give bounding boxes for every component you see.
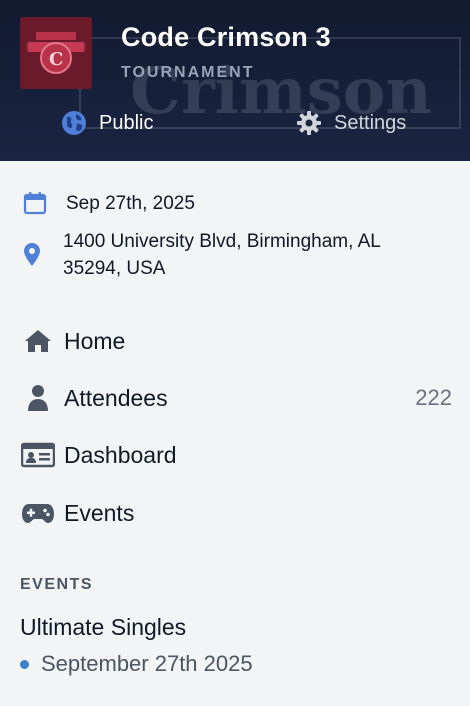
nav-item-home[interactable]: Home: [20, 318, 460, 364]
event-location-row: 1400 University Blvd, Birmingham, AL 352…: [22, 228, 443, 282]
map-pin-icon: [24, 243, 40, 266]
visibility-label: Public: [99, 111, 154, 134]
nav-label-home: Home: [64, 327, 126, 354]
nav-label-attendees: Attendees: [64, 384, 168, 411]
svg-text:C: C: [49, 49, 63, 70]
events-section-heading: EVENTS: [20, 576, 94, 593]
settings-button[interactable]: Settings: [296, 110, 406, 136]
user-icon: [20, 380, 56, 416]
event-item-date-row: September 27th 2025: [20, 651, 253, 677]
tournament-type: TOURNAMENT: [121, 64, 255, 81]
visibility-public-button[interactable]: Public: [61, 110, 153, 136]
nav-item-events[interactable]: Events: [20, 490, 460, 536]
event-date: Sep 27th, 2025: [66, 193, 195, 214]
event-status-dot: [20, 659, 29, 669]
event-item-date: September 27th 2025: [41, 651, 253, 676]
nav-item-attendees[interactable]: Attendees 222: [20, 375, 460, 421]
event-item-name[interactable]: Ultimate Singles: [20, 614, 186, 641]
tournament-header: Crimson C Code Crimson 3 TOURNAMENT Publ…: [0, 0, 470, 161]
code-crimson-logo-icon: C: [26, 32, 86, 74]
gear-icon: [297, 111, 321, 135]
nav-label-dashboard: Dashboard: [64, 441, 177, 468]
id-card-icon: [20, 437, 56, 473]
gamepad-icon: [20, 495, 56, 531]
globe-icon: [62, 111, 86, 135]
event-date-row: Sep 27th, 2025: [22, 190, 195, 217]
tournament-logo: C: [20, 17, 92, 89]
event-location: 1400 University Blvd, Birmingham, AL 352…: [63, 231, 381, 279]
home-icon: [20, 323, 56, 359]
nav-item-dashboard[interactable]: Dashboard: [20, 432, 460, 478]
nav-label-events: Events: [64, 499, 135, 526]
calendar-icon: [23, 192, 47, 215]
settings-label: Settings: [334, 111, 407, 134]
tournament-title: Code Crimson 3: [121, 22, 331, 52]
attendees-count: 222: [415, 385, 452, 410]
